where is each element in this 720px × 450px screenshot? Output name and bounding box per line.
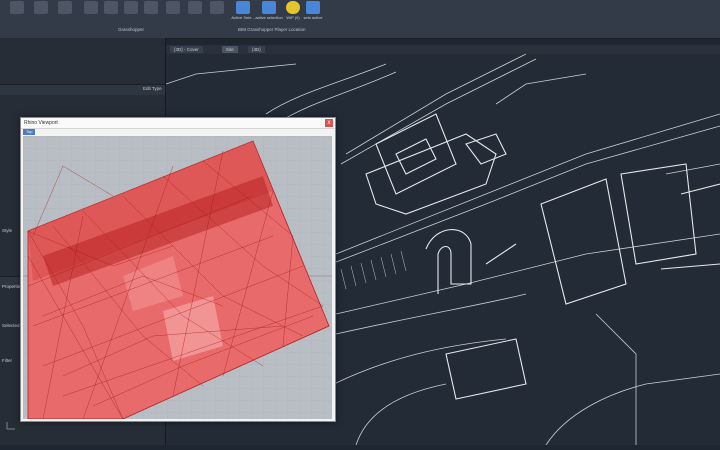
tab-3d[interactable]: {3D} [248,46,265,53]
axis-icon [5,418,17,430]
ribbon-button[interactable] [184,1,206,27]
tool-icon [210,1,224,14]
tool-icon [188,1,202,14]
property-row: Selected [2,323,20,328]
ribbon-button[interactable] [206,1,228,27]
active-selection-button[interactable]: Active Sele... [230,1,256,27]
active-selection-button-2[interactable]: active selection [255,1,283,27]
ribbon-button[interactable] [30,1,52,27]
ribbon-button[interactable] [6,1,28,27]
ribbon-button[interactable] [140,1,162,27]
player-icon [286,1,300,14]
panel-label-player-location: BIM Grasshopper Player Location [238,27,306,32]
tool-icon [144,1,158,14]
terrain-mesh [23,136,332,419]
rhino-title-bar[interactable]: Rhino Viewport x [21,118,335,129]
viewport-tab-top[interactable]: Top [23,129,36,135]
tool-icon [124,1,138,14]
rhino-title: Rhino Viewport [24,120,58,126]
tool-icon [104,1,118,14]
ribbon-button[interactable] [162,1,184,27]
ribbon-button[interactable] [80,1,102,27]
tool-icon [10,1,24,14]
property-row: Style [2,228,13,233]
tool-icon [84,1,98,14]
property-row: Filter [2,358,12,363]
ribbon-button[interactable] [54,1,76,27]
view-tabs: {3D} - Cover Site {3D} [166,45,720,54]
tab-3d-cover[interactable]: {3D} - Cover [170,46,203,53]
ribbon-toolbar: Active Sele... active selection WIP (9) … [0,0,720,39]
ribbon-button[interactable] [120,1,142,27]
tab-site[interactable]: Site [222,46,238,53]
select-icon [236,1,250,14]
panel-header [0,84,165,95]
sets-active-button[interactable]: sets active [300,1,326,27]
ribbon-button[interactable] [100,1,122,27]
select-icon [262,1,276,14]
player-icon [306,1,320,14]
panel-label-grasshopper: Grasshopper [118,27,145,32]
close-button[interactable]: x [325,119,333,127]
edit-type-label[interactable]: Edit Type [143,86,162,91]
tool-icon [34,1,48,14]
rhino-viewport-window[interactable]: Rhino Viewport x Top [20,117,336,422]
tool-icon [58,1,72,14]
rhino-viewport[interactable] [23,136,332,419]
tool-icon [166,1,180,14]
